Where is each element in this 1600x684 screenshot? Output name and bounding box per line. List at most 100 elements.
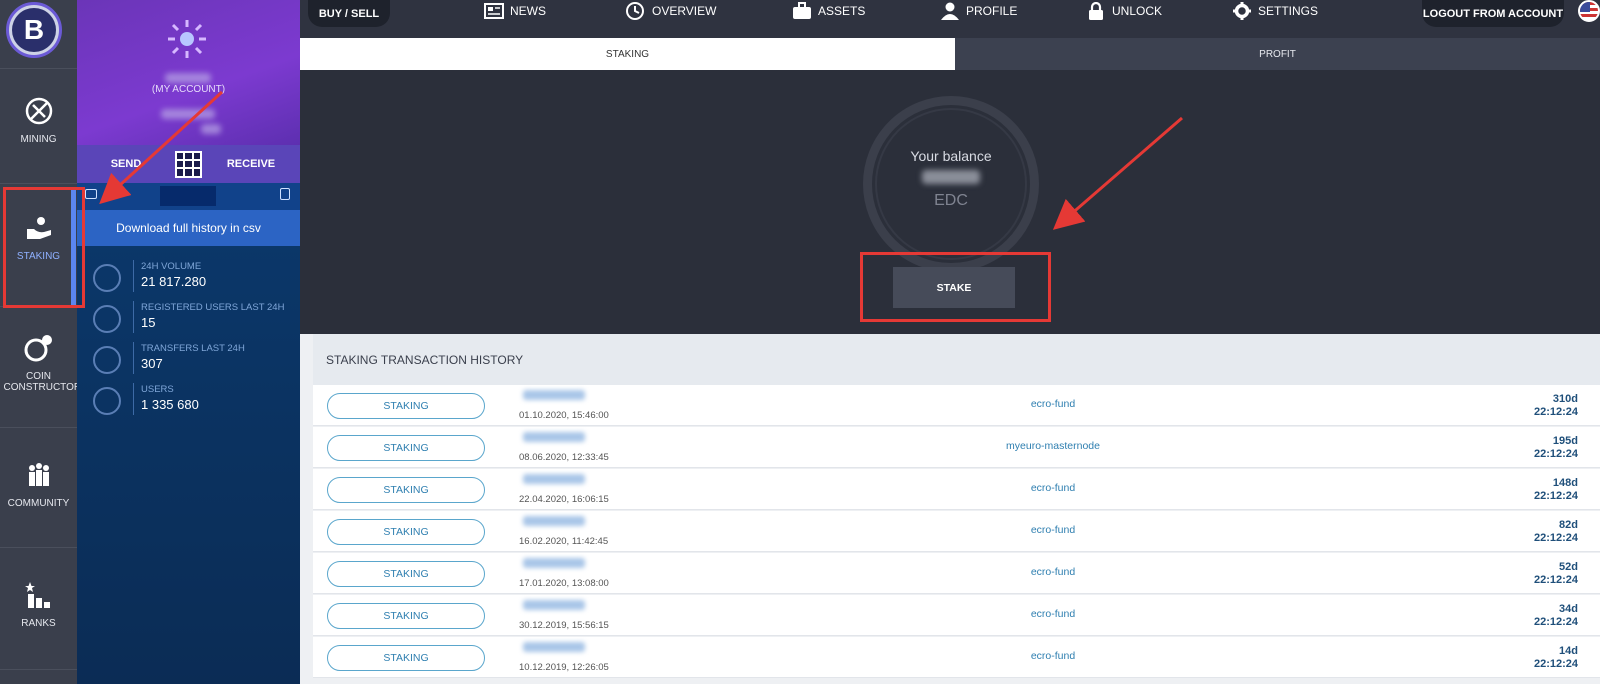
nav-assets[interactable]: ASSETS [792, 0, 865, 22]
stat-label: USERS [141, 384, 174, 395]
type-badge[interactable]: STAKING [327, 435, 485, 461]
stat-value: 1 335 680 [141, 397, 199, 412]
amount-blurred [523, 558, 585, 568]
rail-divider [0, 427, 77, 428]
masternode-link[interactable]: myeuro-masternode [953, 440, 1153, 452]
table-row[interactable]: STAKING 08.06.2020, 12:33:45 myeuro-mast… [313, 427, 1600, 468]
table-row[interactable]: STAKING 01.10.2020, 15:46:00 ecro-fund 3… [313, 385, 1600, 426]
rail-divider [0, 183, 77, 184]
table-row[interactable]: STAKING 17.01.2020, 13:08:00 ecro-fund 5… [313, 553, 1600, 594]
masternode-link[interactable]: ecro-fund [953, 524, 1153, 536]
masternode-link[interactable]: ecro-fund [953, 608, 1153, 620]
nav-unlock-label: UNLOCK [1112, 4, 1163, 18]
table-row[interactable]: STAKING 16.02.2020, 11:42:45 ecro-fund 8… [313, 511, 1600, 552]
app-logo[interactable]: B [6, 2, 62, 58]
logout-button[interactable]: LOGOUT FROM ACCOUNT [1422, 0, 1564, 27]
us-flag-icon[interactable] [1578, 0, 1600, 22]
copy-icon[interactable] [280, 188, 290, 200]
balance-currency: EDC [934, 192, 968, 209]
days-left: 148d [1552, 477, 1578, 489]
top-nav: BUY / SELL NEWS OVERVIEW ASSETS PROFILE … [300, 0, 1600, 38]
nav-news[interactable]: NEWS [484, 0, 546, 22]
tx-date: 16.02.2020, 11:42:45 [519, 536, 609, 547]
stat-value: 15 [141, 315, 156, 330]
amount-blurred [523, 516, 585, 526]
amount-blurred [523, 600, 585, 610]
tx-date: 22.04.2020, 16:06:15 [519, 494, 609, 505]
rail-label-mining: MINING [20, 134, 57, 145]
rail-divider [0, 547, 77, 548]
days-left: 52d [1559, 561, 1578, 573]
nav-profile[interactable]: PROFILE [940, 0, 1017, 22]
rail-item-community[interactable]: COMMUNITY [0, 460, 77, 509]
download-history-button[interactable]: Download full history in csv [77, 210, 300, 246]
lock-icon [1089, 2, 1103, 20]
days-left: 310d [1552, 393, 1578, 405]
podium-star-icon [24, 582, 50, 608]
time-left: 22:12:24 [1533, 532, 1578, 544]
type-badge[interactable]: STAKING [327, 561, 485, 587]
tx-date: 01.10.2020, 15:46:00 [519, 410, 609, 421]
type-badge[interactable]: STAKING [327, 477, 485, 503]
type-badge[interactable]: STAKING [327, 519, 485, 545]
masternode-link[interactable]: ecro-fund [953, 650, 1153, 662]
stake-highlight-box [860, 252, 1051, 322]
wallet-icon[interactable] [85, 189, 97, 199]
receive-button[interactable]: RECEIVE [202, 158, 300, 170]
users-icon [93, 387, 121, 415]
masternode-link[interactable]: ecro-fund [953, 398, 1153, 410]
gear-icon [1233, 2, 1251, 20]
stat-label: TRANSFERS LAST 24H [141, 343, 245, 354]
days-left: 34d [1559, 603, 1578, 615]
send-receive-bar: SEND RECEIVE [77, 145, 300, 183]
pickaxe-icon [25, 97, 52, 125]
nav-overview[interactable]: OVERVIEW [626, 0, 716, 22]
qr-code-icon[interactable] [175, 150, 202, 178]
time-left: 22:12:24 [1533, 490, 1578, 502]
volume-icon [93, 264, 121, 292]
rail-divider [0, 669, 77, 670]
time-left: 22:12:24 [1533, 658, 1578, 670]
account-currency-blurred [201, 124, 221, 134]
nav-settings[interactable]: SETTINGS [1232, 0, 1318, 22]
stat-label: 24H VOLUME [141, 261, 202, 272]
nav-overview-label: OVERVIEW [652, 4, 717, 18]
time-left: 22:12:24 [1533, 448, 1578, 460]
account-name-blurred [165, 73, 211, 83]
rail-divider [0, 68, 77, 69]
account-header: (MY ACCOUNT) [77, 0, 300, 145]
rail-item-mining[interactable]: MINING [0, 96, 77, 145]
table-row[interactable]: STAKING 30.12.2019, 15:56:15 ecro-fund 3… [313, 595, 1600, 636]
type-badge[interactable]: STAKING [327, 393, 485, 419]
amount-blurred [523, 642, 585, 652]
table-row[interactable]: STAKING 10.12.2019, 12:26:05 ecro-fund 1… [313, 637, 1600, 678]
rail-item-coin-constructor[interactable]: COIN CONSTRUCTOR [0, 333, 81, 393]
address-field[interactable] [160, 186, 216, 206]
tab-staking[interactable]: STAKING [300, 38, 955, 70]
users-clock-icon [93, 305, 121, 333]
person-icon [941, 2, 959, 20]
nav-profile-label: PROFILE [966, 4, 1018, 18]
stat-label: REGISTERED USERS LAST 24H [141, 302, 285, 313]
type-badge[interactable]: STAKING [327, 645, 485, 671]
account-label: (MY ACCOUNT) [151, 84, 226, 95]
tab-profit[interactable]: PROFIT [955, 38, 1600, 70]
account-balance-blurred [161, 109, 215, 119]
nav-unlock[interactable]: UNLOCK [1086, 0, 1162, 22]
masternode-link[interactable]: ecro-fund [953, 566, 1153, 578]
avatar-sun-icon [168, 20, 206, 58]
days-left: 82d [1559, 519, 1578, 531]
rail-item-ranks[interactable]: RANKS [0, 580, 77, 629]
people-icon [28, 463, 49, 486]
table-row[interactable]: STAKING 22.04.2020, 16:06:15 ecro-fund 1… [313, 469, 1600, 510]
stat-24h-volume: 24H VOLUME 21 817.280 [93, 260, 293, 294]
buy-sell-button[interactable]: BUY / SELL [308, 0, 390, 27]
staking-history: STAKING TRANSACTION HISTORY STAKING 01.1… [300, 334, 1600, 684]
masternode-link[interactable]: ecro-fund [953, 482, 1153, 494]
type-badge[interactable]: STAKING [327, 603, 485, 629]
amount-blurred [523, 390, 585, 400]
amount-blurred [523, 432, 585, 442]
nav-settings-label: SETTINGS [1258, 4, 1319, 18]
send-button[interactable]: SEND [77, 158, 175, 170]
briefcase-icon [793, 2, 811, 19]
